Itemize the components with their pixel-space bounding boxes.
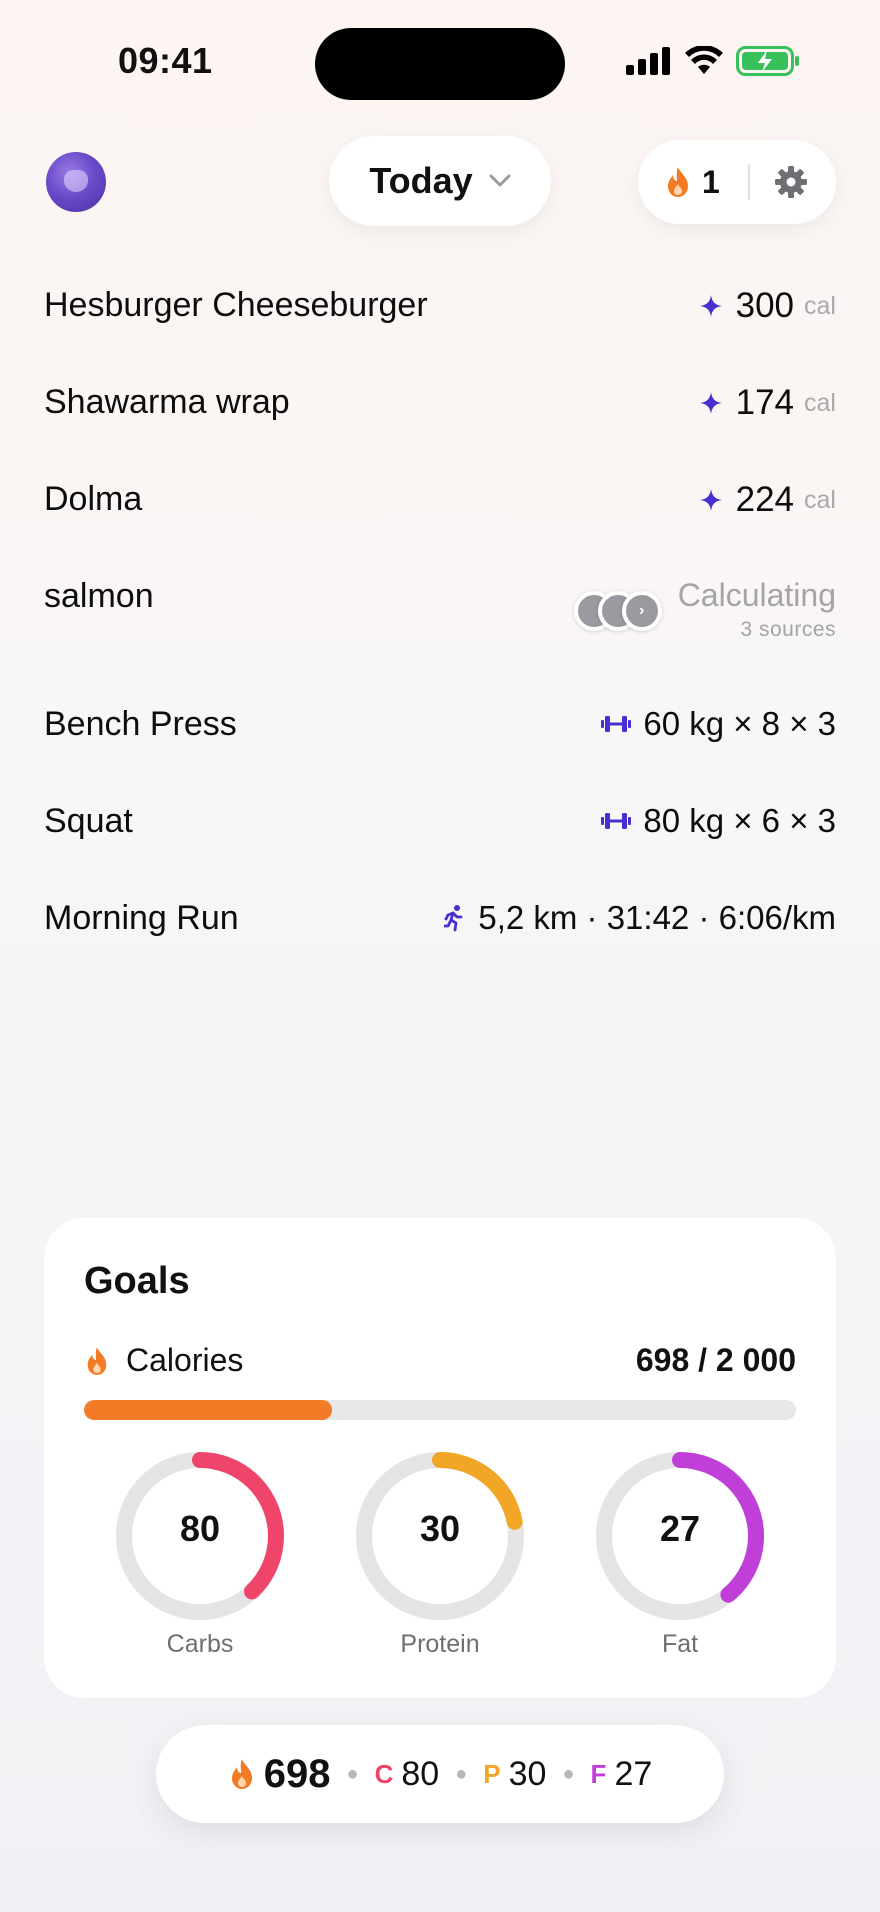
calorie-unit: cal: [804, 291, 836, 320]
food-entry[interactable]: Shawarma wrap 174 cal: [44, 357, 836, 454]
header-actions-pill: 1: [638, 140, 836, 224]
exercise-detail: 60 kg × 8 × 3: [643, 705, 836, 742]
flame-icon: [87, 1346, 107, 1375]
food-entry[interactable]: Dolma 224 cal: [44, 454, 836, 551]
flame-icon: [668, 167, 688, 197]
goals-card[interactable]: Goals Calories 698 / 2 000 80 Carbs 30 P…: [44, 1218, 836, 1698]
sparkle-icon: [699, 489, 722, 511]
sources-count: 3 sources: [740, 618, 836, 641]
date-selector-button[interactable]: Today: [329, 136, 551, 226]
food-entry[interactable]: Hesburger Cheeseburger 300 cal: [44, 260, 836, 357]
flame-icon: [231, 1759, 252, 1789]
streak-count: 1: [702, 163, 720, 200]
wifi-icon: [685, 46, 723, 74]
separator-dot: ●: [346, 1762, 359, 1785]
streak-button[interactable]: 1: [664, 164, 720, 201]
sparkle-icon: [699, 295, 722, 317]
battery-icon: [736, 46, 799, 76]
status-icons: [626, 46, 800, 76]
separator-dot: ●: [455, 1762, 468, 1785]
carbs-label: Carbs: [166, 1630, 234, 1658]
calories-progress-bar: [84, 1400, 796, 1420]
dynamic-island: [315, 28, 565, 100]
exercise-detail: 80 kg × 6 × 3: [643, 802, 836, 839]
entry-name: Hesburger Cheeseburger: [44, 286, 428, 324]
running-icon: [444, 905, 463, 932]
food-entry-pending[interactable]: salmon › Calculating 3 sources: [44, 551, 836, 679]
macro-ring-carbs: 80 Carbs: [110, 1446, 290, 1659]
status-time: 09:41: [118, 40, 213, 81]
summary-protein: 30: [508, 1754, 547, 1793]
gear-icon[interactable]: [774, 165, 808, 199]
carbs-letter: C: [374, 1758, 394, 1789]
summary-fat: 27: [614, 1754, 653, 1793]
calculating-status: Calculating: [677, 577, 836, 613]
exercise-entry[interactable]: Morning Run 5,2 km · 31:42 · 6:06/km: [44, 873, 836, 970]
entry-name: Squat: [44, 802, 133, 840]
calories-progress-fill: [84, 1400, 333, 1420]
calorie-unit: cal: [804, 485, 836, 514]
chevron-down-icon: [489, 174, 511, 187]
calorie-value: 224: [735, 480, 795, 519]
calories-label: Calories: [126, 1342, 244, 1378]
calories-row: Calories 698 / 2 000: [84, 1342, 796, 1379]
carbs-value: 80: [179, 1508, 221, 1549]
entry-name: salmon: [44, 577, 154, 615]
exercise-detail: 5,2 km · 31:42 · 6:06/km: [478, 899, 836, 936]
dumbbell-icon: [601, 716, 632, 732]
protein-value: 30: [419, 1508, 461, 1549]
macro-ring-protein: 30 Protein: [350, 1446, 530, 1659]
summary-carbs: 80: [401, 1754, 440, 1793]
avatar[interactable]: [46, 152, 106, 212]
chevron-right-icon: ›: [621, 591, 662, 631]
date-label: Today: [369, 160, 473, 201]
summary-calories: 698: [263, 1751, 331, 1796]
calorie-value: 174: [735, 383, 795, 422]
signal-icon: [626, 47, 670, 75]
goals-title: Goals: [84, 1260, 190, 1302]
fat-value: 27: [659, 1508, 701, 1549]
daily-summary-pill[interactable]: 698 ● C 80 ● P 30 ● F 27: [156, 1725, 724, 1823]
exercise-entry[interactable]: Squat 80 kg × 6 × 3: [44, 776, 836, 873]
entry-name: Bench Press: [44, 705, 237, 743]
protein-label: Protein: [400, 1630, 480, 1658]
protein-letter: P: [483, 1758, 501, 1789]
dumbbell-icon: [601, 813, 632, 829]
source-icons: ›: [573, 591, 664, 631]
calorie-value: 300: [735, 286, 795, 325]
pill-divider: [747, 164, 750, 200]
macro-ring-fat: 27 Fat: [590, 1446, 770, 1659]
entry-name: Dolma: [44, 480, 143, 518]
entries-list: Hesburger Cheeseburger 300 cal Shawarma …: [44, 260, 836, 970]
entry-name: Morning Run: [44, 899, 239, 937]
entry-name: Shawarma wrap: [44, 383, 290, 421]
fat-label: Fat: [661, 1630, 699, 1658]
calorie-unit: cal: [804, 388, 836, 417]
sparkle-icon: [699, 392, 722, 414]
fat-letter: F: [590, 1758, 607, 1789]
calories-value: 698 / 2 000: [635, 1342, 796, 1378]
separator-dot: ●: [562, 1762, 575, 1785]
exercise-entry[interactable]: Bench Press 60 kg × 8 × 3: [44, 679, 836, 776]
